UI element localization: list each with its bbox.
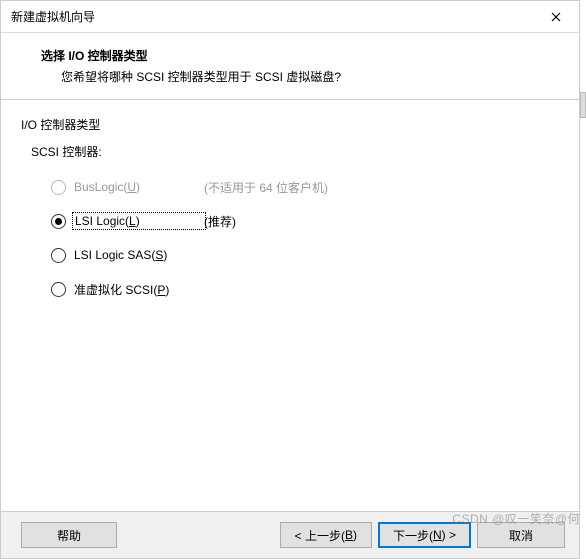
footer: 帮助 < 上一步(B) 下一步(N) > 取消 [1, 511, 579, 558]
group-label: I/O 控制器类型 [21, 116, 559, 133]
decorative-notch [580, 92, 586, 118]
titlebar: 新建虚拟机向导 [1, 1, 579, 33]
radio-icon [51, 248, 66, 263]
page-title: 选择 I/O 控制器类型 [41, 47, 555, 64]
window-title: 新建虚拟机向导 [11, 8, 533, 25]
back-button[interactable]: < 上一步(B) [280, 522, 372, 548]
header-section: 选择 I/O 控制器类型 您希望将哪种 SCSI 控制器类型用于 SCSI 虚拟… [1, 33, 579, 100]
help-button[interactable]: 帮助 [21, 522, 117, 548]
next-button[interactable]: 下一步(N) > [378, 522, 471, 548]
radio-hint: (不适用于 64 位客户机) [204, 179, 328, 196]
radio-label: LSI Logic SAS(S) [74, 248, 204, 262]
radio-label: BusLogic(U) [74, 180, 204, 194]
radio-group-scsi: BusLogic(U) (不适用于 64 位客户机) LSI Logic(L) … [51, 170, 559, 306]
radio-option-lsi-logic[interactable]: LSI Logic(L) (推荐) [51, 204, 559, 238]
close-icon [551, 12, 561, 22]
wizard-dialog: 新建虚拟机向导 选择 I/O 控制器类型 您希望将哪种 SCSI 控制器类型用于… [0, 0, 580, 559]
radio-hint: (推荐) [204, 213, 236, 230]
page-description: 您希望将哪种 SCSI 控制器类型用于 SCSI 虚拟磁盘? [41, 68, 555, 85]
close-button[interactable] [533, 1, 579, 33]
content-area: I/O 控制器类型 SCSI 控制器: BusLogic(U) (不适用于 64… [1, 100, 579, 511]
scsi-controller-label: SCSI 控制器: [31, 143, 559, 160]
radio-label: LSI Logic(L) [74, 214, 204, 228]
radio-icon [51, 180, 66, 195]
cancel-button[interactable]: 取消 [477, 522, 565, 548]
radio-icon [51, 282, 66, 297]
radio-option-lsi-logic-sas[interactable]: LSI Logic SAS(S) [51, 238, 559, 272]
radio-icon [51, 214, 66, 229]
radio-option-paravirtual-scsi[interactable]: 准虚拟化 SCSI(P) [51, 272, 559, 306]
radio-label: 准虚拟化 SCSI(P) [74, 281, 204, 298]
radio-option-buslogic: BusLogic(U) (不适用于 64 位客户机) [51, 170, 559, 204]
